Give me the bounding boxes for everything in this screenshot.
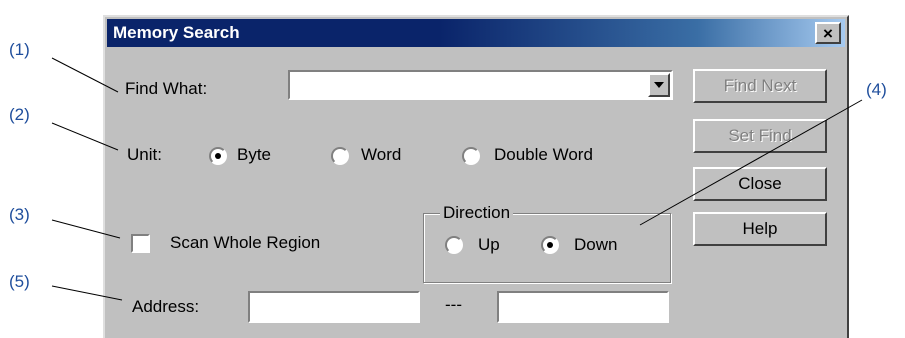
find-what-dropdown-button[interactable] (648, 73, 670, 97)
callout-3: (3) (9, 205, 30, 224)
direction-up-label[interactable]: Up (478, 235, 500, 255)
unit-word-label[interactable]: Word (361, 145, 401, 165)
callout-4: (4) (866, 80, 887, 99)
direction-down-radio[interactable] (541, 236, 559, 254)
address-to-input[interactable] (497, 291, 669, 323)
callout-2: (2) (9, 105, 30, 124)
set-find-button[interactable]: Set Find (693, 119, 827, 153)
close-window-button[interactable]: × (815, 22, 841, 44)
chevron-down-icon (654, 82, 664, 88)
direction-down-label[interactable]: Down (574, 235, 617, 255)
unit-byte-radio[interactable] (209, 147, 227, 165)
find-next-button[interactable]: Find Next (693, 69, 827, 103)
address-label: Address: (132, 297, 200, 316)
find-what-label: Find What: (125, 79, 208, 98)
callout-5: (5) (9, 272, 30, 291)
radio-selected-dot (547, 242, 553, 248)
unit-byte-label[interactable]: Byte (237, 145, 271, 165)
direction-legend: Direction (440, 203, 514, 223)
title-bar[interactable]: Memory Search × (107, 19, 845, 47)
help-button[interactable]: Help (693, 212, 827, 246)
unit-double-word-radio[interactable] (462, 147, 480, 165)
dialog-title: Memory Search (113, 23, 240, 42)
direction-up-radio[interactable] (445, 236, 463, 254)
unit-label: Unit: (127, 145, 162, 164)
callout-1: (1) (9, 40, 30, 59)
address-separator: --- (445, 295, 462, 314)
close-icon: × (823, 23, 833, 43)
close-button[interactable]: Close (693, 167, 827, 201)
memory-search-dialog: Memory Search × Find What: Unit: Byte Wo… (103, 15, 849, 338)
scan-whole-region-checkbox[interactable] (131, 234, 150, 253)
unit-word-radio[interactable] (331, 147, 349, 165)
address-from-input[interactable] (248, 291, 420, 323)
scan-whole-region-label[interactable]: Scan Whole Region (170, 233, 320, 253)
radio-selected-dot (215, 153, 221, 159)
unit-double-word-label[interactable]: Double Word (494, 145, 593, 165)
find-what-combobox[interactable] (288, 70, 673, 100)
